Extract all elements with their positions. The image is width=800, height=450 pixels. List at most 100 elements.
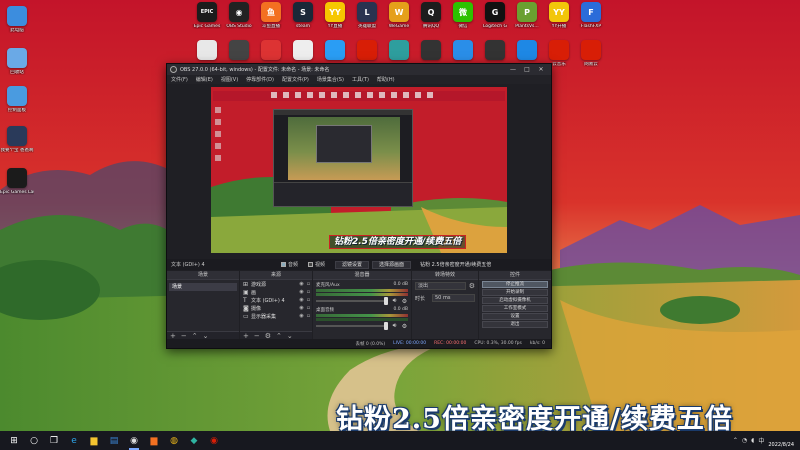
desktop-icon[interactable]: 控制面板 bbox=[0, 86, 34, 113]
desktop-icon[interactable] bbox=[446, 40, 480, 62]
volume-slider[interactable] bbox=[316, 297, 388, 305]
desktop-icon[interactable]: 微微信 bbox=[446, 2, 480, 29]
chevron-up-icon[interactable]: ⌃ bbox=[733, 437, 738, 444]
desktop-icon[interactable] bbox=[254, 40, 288, 62]
desktop-icon[interactable]: 网易云 bbox=[574, 40, 608, 67]
obs-title-bar[interactable]: OBS 27.0.0 (64-bit, windows) - 配置文件: 未命名… bbox=[167, 64, 551, 75]
source-item[interactable]: ▣ 画 ◉ ▫ bbox=[240, 288, 312, 296]
select-source-button[interactable]: 选择源画面 bbox=[372, 260, 412, 269]
desktop-icon[interactable]: Q 腾讯QQ bbox=[414, 2, 448, 29]
taskbar-button[interactable]: ⊞ bbox=[4, 431, 24, 450]
desktop-icon[interactable]: L 英雄联盟 bbox=[350, 2, 384, 29]
taskbar-clock[interactable]: 2022/8/24 bbox=[768, 442, 794, 448]
stop-streaming-button[interactable]: 停止推流 bbox=[482, 281, 548, 288]
minimize-button[interactable]: — bbox=[506, 66, 520, 73]
eye-icon[interactable]: ◉ bbox=[298, 305, 305, 311]
mixer-dock-title: 混音器 bbox=[313, 271, 411, 280]
lock-icon[interactable]: ▫ bbox=[305, 305, 312, 311]
eye-icon[interactable]: ◉ bbox=[298, 313, 305, 319]
source-item[interactable]: T 文本 (GDI+) 4 ◉ ▫ bbox=[240, 296, 312, 304]
image-icon: ▣ bbox=[243, 288, 249, 296]
menu-view[interactable]: 视图(V) bbox=[221, 76, 238, 83]
desktop-icon[interactable]: 我要个宝 爸爸啊 bbox=[0, 126, 34, 153]
source-item[interactable]: ⊞ 游戏源 ◉ ▫ bbox=[240, 280, 312, 288]
steam-icon: S bbox=[293, 2, 313, 22]
obs-preview-canvas[interactable]: 钻粉2.5倍亲密度开通/续费五倍 bbox=[211, 87, 507, 253]
desktop-icon[interactable] bbox=[510, 40, 544, 62]
gear-icon[interactable]: ⚙ bbox=[401, 298, 408, 305]
desktop-icon[interactable]: W WeGame bbox=[382, 2, 416, 29]
desktop-icon[interactable] bbox=[382, 40, 416, 62]
taskbar-button[interactable]: ▆ bbox=[144, 431, 164, 450]
eye-icon[interactable]: ◉ bbox=[298, 297, 305, 303]
filters-button[interactable]: 滤镜设置 bbox=[335, 260, 370, 269]
scene-item[interactable]: 场景 bbox=[169, 283, 237, 291]
speaker-icon[interactable]: 🔊︎ bbox=[391, 322, 398, 330]
desktop-icon[interactable] bbox=[414, 40, 448, 62]
desktop-icon[interactable]: ◉ OBS Studio bbox=[222, 2, 256, 29]
desktop-icon[interactable]: YY YY直播 bbox=[318, 2, 352, 29]
desktop-icon[interactable]: 回收站 bbox=[0, 48, 34, 75]
obs-menu-bar: 文件(F) 编辑(E) 视图(V) 停靠部件(D) 配置文件(P) 场景集合(S… bbox=[167, 75, 551, 84]
desktop-icon[interactable]: F FlashFXP bbox=[574, 2, 608, 29]
desktop-icon[interactable]: EPIC Epic Games bbox=[190, 2, 224, 29]
source-item[interactable]: ▭ 显示器采集 ◉ ▫ bbox=[240, 312, 312, 320]
taskbar-button[interactable]: ▆ bbox=[84, 431, 104, 450]
input-method-icon[interactable]: 中 bbox=[758, 436, 764, 445]
taskbar-button[interactable]: ◉ bbox=[124, 431, 144, 450]
desktop-icon[interactable]: YY YY开播 bbox=[542, 2, 576, 29]
duration-input[interactable]: 50 ms bbox=[432, 294, 475, 302]
desktop-icon[interactable] bbox=[350, 40, 384, 62]
transition-select[interactable]: 淡出 bbox=[415, 282, 466, 290]
desktop-icon[interactable] bbox=[190, 40, 224, 62]
source-item[interactable]: ◙ 摄像 ◉ ▫ bbox=[240, 304, 312, 312]
desktop-icon[interactable]: Ssteam bbox=[286, 2, 320, 29]
menu-help[interactable]: 帮助(H) bbox=[377, 76, 395, 83]
desktop-icon[interactable]: 此电脑 bbox=[0, 6, 34, 33]
desktop-icon[interactable] bbox=[286, 40, 320, 62]
taskbar-button[interactable]: ❐ bbox=[44, 431, 64, 450]
maximize-button[interactable]: □ bbox=[520, 66, 534, 73]
menu-tools[interactable]: 工具(T) bbox=[352, 76, 369, 83]
speaker-icon[interactable]: 🔊︎ bbox=[391, 297, 398, 305]
close-button[interactable]: ✕ bbox=[534, 66, 548, 73]
menu-file[interactable]: 文件(F) bbox=[171, 76, 188, 83]
gear-icon[interactable]: ⚙ bbox=[401, 323, 408, 330]
exit-button[interactable]: 退出 bbox=[482, 321, 548, 328]
menu-scene-collection[interactable]: 场景集合(S) bbox=[317, 76, 344, 83]
studio-mode-button[interactable]: 工作室模式 bbox=[482, 305, 548, 312]
taskbar-button[interactable]: e bbox=[64, 431, 84, 450]
desktop-icon[interactable]: G Logitech G bbox=[478, 2, 512, 29]
desktop-icon[interactable]: P PlantsVs... bbox=[510, 2, 544, 29]
desktop-icon[interactable] bbox=[478, 40, 512, 62]
taskbar-button[interactable]: ◆ bbox=[184, 431, 204, 450]
menu-docks[interactable]: 停靠部件(D) bbox=[246, 76, 274, 83]
start-recording-button[interactable]: 开始录制 bbox=[482, 289, 548, 296]
lock-icon[interactable]: ▫ bbox=[305, 289, 312, 295]
audio-checkbox[interactable]: 音频 bbox=[281, 261, 298, 268]
eye-icon[interactable]: ◉ bbox=[298, 289, 305, 295]
desktop-icon[interactable]: Epic Games Launcher bbox=[0, 168, 34, 195]
lock-icon[interactable]: ▫ bbox=[305, 313, 312, 319]
video-checkbox[interactable]: 视频 bbox=[308, 261, 325, 268]
volume-slider[interactable] bbox=[316, 322, 388, 330]
menu-profile[interactable]: 配置文件(P) bbox=[282, 76, 309, 83]
volume-icon[interactable]: ◖ bbox=[751, 437, 754, 444]
add-transition-icon[interactable]: ⚙ bbox=[469, 282, 475, 290]
lock-icon[interactable]: ▫ bbox=[305, 297, 312, 303]
lock-icon[interactable]: ▫ bbox=[305, 281, 312, 287]
desktop-icon-label: 控制面板 bbox=[8, 108, 26, 113]
taskbar-button[interactable]: ◉ bbox=[204, 431, 224, 450]
obs-window[interactable]: OBS 27.0.0 (64-bit, windows) - 配置文件: 未命名… bbox=[166, 63, 552, 349]
menu-edit[interactable]: 编辑(E) bbox=[196, 76, 213, 83]
start-virtual-camera-button[interactable]: 启动虚拟摄像机 bbox=[482, 297, 548, 304]
network-icon[interactable]: ◔ bbox=[742, 437, 747, 444]
eye-icon[interactable]: ◉ bbox=[298, 281, 305, 287]
taskbar-button[interactable]: ○ bbox=[24, 431, 44, 450]
settings-button[interactable]: 设置 bbox=[482, 313, 548, 320]
desktop-icon[interactable] bbox=[222, 40, 256, 62]
taskbar-button[interactable]: ▤ bbox=[104, 431, 124, 450]
desktop-icon[interactable]: 鱼斗鱼直播 bbox=[254, 2, 288, 29]
desktop-icon[interactable] bbox=[318, 40, 352, 62]
taskbar-button[interactable]: ◍ bbox=[164, 431, 184, 450]
